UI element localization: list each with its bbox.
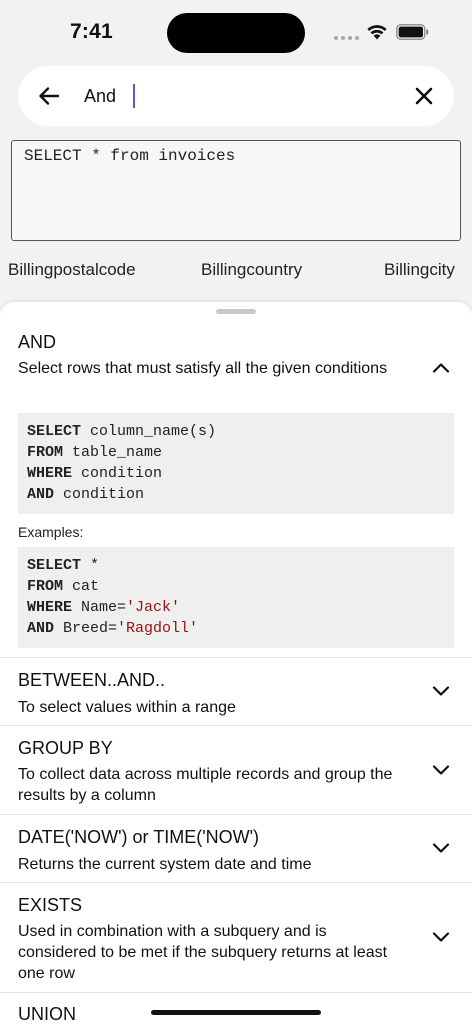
code-line: SELECT *	[27, 557, 100, 574]
text-caret	[133, 84, 135, 108]
keyword-item-and[interactable]: AND Select rows that must satisfy all th…	[0, 320, 472, 658]
chevron-down-icon[interactable]	[432, 932, 450, 943]
column-chip[interactable]: Billingcity	[384, 260, 455, 280]
keyword-title: DATE('NOW') or TIME('NOW')	[18, 827, 260, 847]
code-line: WHERE Name='Jack'	[27, 599, 181, 616]
keyword-description: To collect data across multiple records …	[18, 766, 393, 804]
examples-label: Examples:	[18, 524, 84, 540]
column-list: Billingpostalcode Billingcountry Billing…	[0, 260, 472, 284]
keyword-item-union[interactable]: UNION	[0, 993, 472, 1024]
column-chip[interactable]: Billingcountry	[201, 260, 302, 280]
chevron-down-icon[interactable]	[432, 765, 450, 776]
keyword-title: BETWEEN..AND..	[18, 670, 166, 690]
wifi-icon	[367, 25, 387, 40]
signal-dots-icon	[334, 36, 360, 40]
keyword-title: AND	[18, 332, 57, 352]
code-line: AND Breed='Ragdoll'	[27, 620, 199, 637]
code-line: FROM table_name	[27, 444, 163, 461]
code-line: FROM cat	[27, 578, 100, 595]
sql-query-editor[interactable]	[11, 140, 461, 241]
back-arrow-icon[interactable]	[36, 83, 62, 109]
dynamic-island	[167, 13, 305, 53]
syntax-code-block: SELECT column_name(s) FROM table_name WHER…	[18, 413, 454, 514]
sheet-drag-handle[interactable]	[216, 309, 256, 314]
status-bar: 7:41	[0, 0, 472, 62]
status-time: 7:41	[70, 20, 113, 43]
keyword-item-between[interactable]: BETWEEN..AND.. To select values within a…	[0, 658, 472, 726]
chevron-down-icon[interactable]	[432, 686, 450, 697]
example-code-block: SELECT * FROM cat WHERE Name='Jack' AND Bre…	[18, 547, 454, 648]
code-line: AND condition	[27, 486, 145, 503]
keyword-title: EXISTS	[18, 895, 83, 915]
keyword-description: Select rows that must satisfy all the gi…	[18, 360, 388, 377]
keyword-description: Used in combination with a subquery and …	[18, 923, 388, 982]
keyword-title: UNION	[18, 1004, 76, 1024]
keyword-item-group-by[interactable]: GROUP BY To collect data across multiple…	[0, 726, 472, 815]
keyword-item-date-now[interactable]: DATE('NOW') or TIME('NOW') Returns the c…	[0, 815, 472, 883]
keyword-description: Returns the current system date and time	[18, 856, 312, 873]
chevron-up-icon[interactable]	[432, 362, 450, 373]
search-input[interactable]	[84, 81, 384, 111]
code-line: WHERE condition	[27, 465, 163, 482]
keyword-item-exists[interactable]: EXISTS Used in combination with a subque…	[0, 883, 472, 993]
search-bar	[18, 66, 454, 126]
chevron-down-icon[interactable]	[432, 843, 450, 854]
keyword-sheet: AND Select rows that must satisfy all th…	[0, 302, 472, 1024]
home-indicator	[151, 1010, 321, 1015]
keyword-description: To select values within a range	[18, 699, 236, 716]
column-chip[interactable]: Billingpostalcode	[8, 260, 136, 280]
battery-icon	[396, 24, 429, 40]
keyword-title: GROUP BY	[18, 738, 113, 758]
code-line: SELECT column_name(s)	[27, 423, 217, 440]
close-icon[interactable]	[412, 84, 436, 108]
